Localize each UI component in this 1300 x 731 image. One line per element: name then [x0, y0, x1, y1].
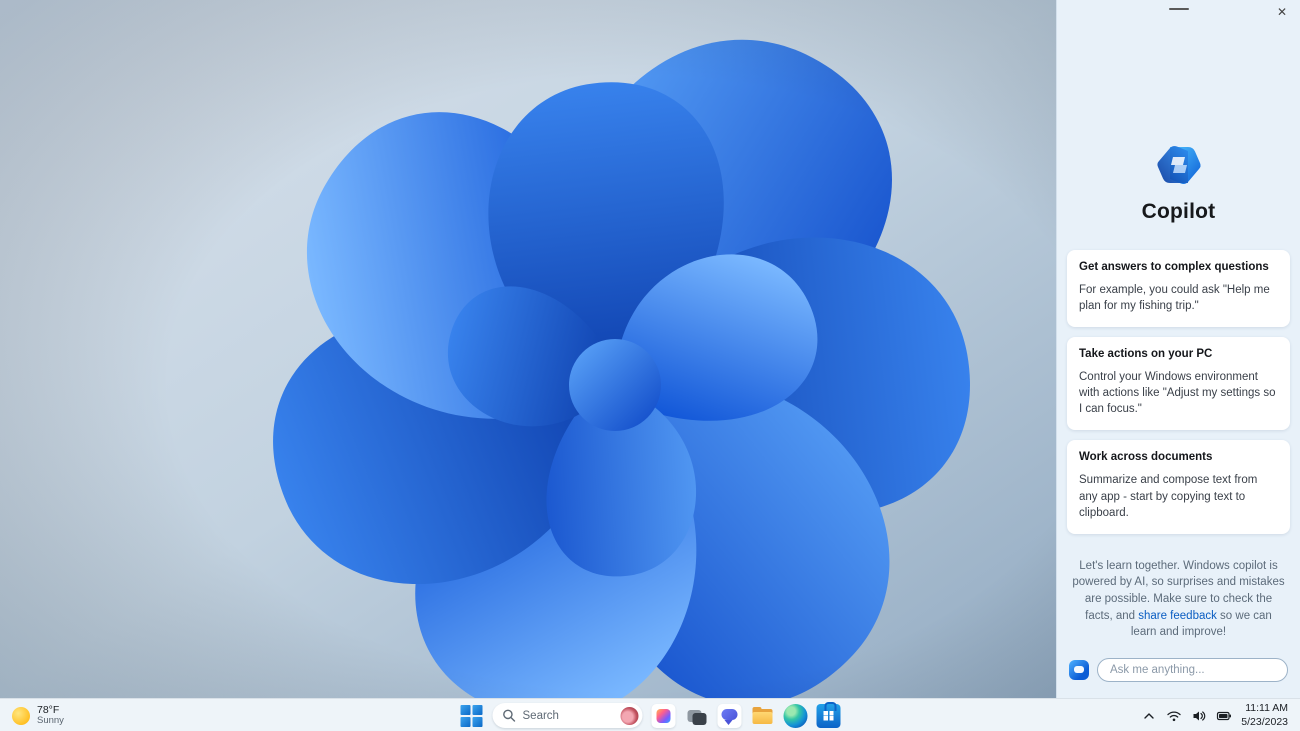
- taskbar-search-box[interactable]: Search: [492, 703, 643, 728]
- task-view-front-square: [692, 712, 707, 725]
- copilot-branding: Copilot: [1057, 142, 1300, 224]
- windows-logo-icon: [460, 716, 471, 727]
- card-title: Take actions on your PC: [1079, 348, 1213, 361]
- microsoft-store-icon[interactable]: [816, 701, 841, 728]
- clock-time: 11:11 AM: [1245, 702, 1288, 715]
- copilot-input-row: [1057, 658, 1300, 698]
- card-title: Work across documents: [1079, 451, 1213, 464]
- card-take-actions[interactable]: Take actions on your PC Control your Win…: [1067, 337, 1290, 431]
- bloom-wallpaper-graphic: [0, 0, 1056, 698]
- taskbar-center-icons: Search: [460, 699, 841, 731]
- folder-front: [752, 711, 773, 724]
- copilot-logo-icon: [1156, 146, 1201, 184]
- clock-widget[interactable]: 11:11 AM 5/23/2023: [1241, 702, 1288, 728]
- search-highlight-image: [620, 706, 639, 725]
- weather-condition: Sunny: [37, 715, 64, 727]
- copilot-title: Copilot: [1141, 200, 1216, 223]
- card-work-across-documents[interactable]: Work across documents Summarize and comp…: [1067, 440, 1290, 534]
- start-button[interactable]: [460, 704, 484, 728]
- card-complex-questions[interactable]: Get answers to complex questions For exa…: [1067, 250, 1290, 328]
- task-view-icon[interactable]: [685, 704, 709, 728]
- file-explorer-icon[interactable]: [751, 704, 775, 728]
- search-icon: [503, 709, 516, 722]
- windows-logo-icon: [472, 716, 483, 727]
- windows-desktop-screen: ✕ Copilot Get answers to complex questio…: [0, 0, 1300, 731]
- battery-icon[interactable]: [1216, 708, 1232, 724]
- windows-logo-icon: [460, 704, 471, 715]
- taskbar: 78°F Sunny Search 11:11 AM 5/23/2023: [0, 698, 1300, 731]
- system-tray: 11:11 AM 5/23/2023: [1129, 699, 1300, 731]
- close-icon[interactable]: ✕: [1274, 4, 1290, 20]
- copilot-panel-header: ✕: [1057, 0, 1300, 26]
- copilot-suggestion-cards: Get answers to complex questions For exa…: [1057, 250, 1300, 534]
- panel-drag-handle[interactable]: [1168, 8, 1189, 10]
- ask-me-anything-input[interactable]: [1097, 658, 1288, 682]
- copilot-disclaimer: Let's learn together. Windows copilot is…: [1057, 558, 1300, 641]
- search-placeholder-text: Search: [522, 709, 559, 722]
- sun-icon: [12, 706, 30, 725]
- weather-text: 78°F Sunny: [37, 704, 64, 727]
- copilot-panel: ✕ Copilot Get answers to complex questio…: [1056, 0, 1300, 698]
- windows-logo-icon: [472, 704, 483, 715]
- share-feedback-link[interactable]: share feedback: [1138, 610, 1217, 622]
- volume-icon[interactable]: [1191, 708, 1207, 724]
- edge-browser-icon[interactable]: [783, 703, 808, 728]
- copilot-taskbar-icon[interactable]: [651, 703, 676, 728]
- card-body: Control your Windows environment with ac…: [1079, 371, 1276, 416]
- weather-widget[interactable]: 78°F Sunny: [0, 699, 76, 731]
- card-body: Summarize and compose text from any app …: [1079, 474, 1258, 519]
- chat-icon[interactable]: [717, 703, 742, 728]
- card-body: For example, you could ask "Help me plan…: [1079, 284, 1270, 313]
- card-title: Get answers to complex questions: [1079, 261, 1269, 273]
- desktop-wallpaper[interactable]: [0, 0, 1056, 698]
- copilot-chat-icon[interactable]: [1069, 660, 1089, 680]
- wifi-icon[interactable]: [1166, 708, 1182, 724]
- chevron-up-icon[interactable]: [1141, 708, 1157, 724]
- clock-date: 5/23/2023: [1241, 715, 1288, 728]
